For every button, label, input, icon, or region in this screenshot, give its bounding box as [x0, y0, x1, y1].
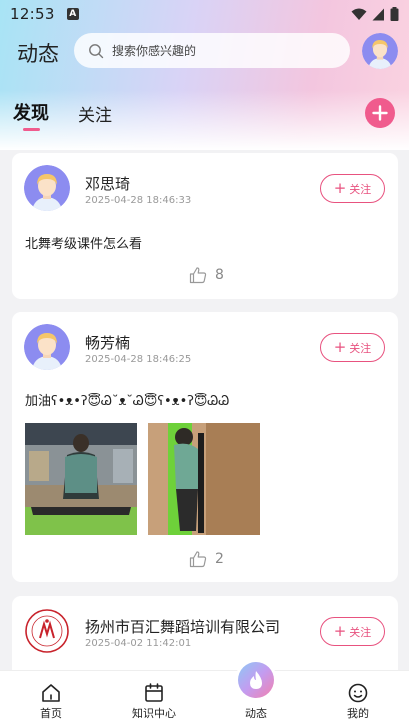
nav-label: 首页 — [40, 707, 62, 720]
status-time: 12:53 — [10, 5, 55, 23]
wifi-icon — [351, 8, 367, 20]
post-text: 北舞考级课件怎么看 — [25, 237, 143, 252]
search-icon — [89, 43, 104, 58]
avatar-icon — [24, 165, 70, 211]
nav-label: 知识中心 — [132, 707, 176, 720]
status-icons — [351, 7, 399, 21]
post-time: 2025-04-28 18:46:25 — [85, 354, 192, 365]
smiley-icon — [348, 683, 368, 703]
page-title: 动态 — [17, 42, 59, 66]
author-name[interactable]: 邓思琦 — [85, 173, 130, 194]
nav-label: 我的 — [347, 707, 369, 720]
nav-knowledge-center[interactable]: 知识中心 — [114, 671, 194, 728]
follow-button[interactable]: + 关注 — [320, 617, 385, 646]
post-time: 2025-04-02 11:42:01 — [85, 638, 192, 649]
dance-photo-split — [25, 423, 137, 535]
post-text: 加油ʕ•ᴥ•ʔ😇Ꮚ˘ᴥ˘Ꮚ😇ʕ•ᴥ•ʔ😇ᏊᏊ — [25, 394, 230, 409]
avatar[interactable] — [24, 324, 70, 370]
avatar-icon — [24, 324, 70, 370]
nav-label: 动态 — [245, 707, 267, 720]
author-name[interactable]: 畅芳楠 — [85, 332, 130, 353]
home-icon — [42, 684, 60, 702]
notification-icon: A — [66, 8, 79, 20]
status-bar: 12:53 A — [0, 0, 409, 28]
header: 动态 搜索你感兴趣的 — [0, 32, 409, 72]
follow-button[interactable]: + 关注 — [320, 174, 385, 203]
battery-icon — [390, 7, 399, 21]
like-count: 8 — [215, 267, 224, 283]
company-logo-icon — [25, 609, 69, 653]
follow-label: 关注 — [349, 182, 372, 196]
thumbs-up-icon — [189, 551, 207, 568]
bottom-nav: 首页 知识中心 动态 我的 — [0, 670, 409, 728]
avatar-icon — [362, 33, 398, 69]
feed-tabs: 发现 关注 — [0, 98, 409, 134]
plus-icon — [372, 105, 388, 121]
follow-button[interactable]: + 关注 — [320, 333, 385, 362]
moments-nav-button[interactable] — [238, 662, 274, 698]
thumbs-up-icon — [189, 267, 207, 284]
follow-label: 关注 — [349, 625, 372, 639]
tab-following[interactable]: 关注 — [78, 101, 112, 126]
plus-icon: + — [333, 622, 347, 640]
post-card[interactable]: 邓思琦 2025-04-28 18:46:33 + 关注 北舞考级课件怎么看 8 — [12, 153, 398, 299]
avatar[interactable] — [24, 165, 70, 211]
nav-home[interactable]: 首页 — [11, 671, 91, 728]
post-time: 2025-04-28 18:46:33 — [85, 195, 192, 206]
flame-icon — [250, 671, 262, 689]
plus-icon: + — [333, 179, 347, 197]
calendar-icon — [145, 683, 163, 702]
signal-icon — [372, 8, 384, 20]
like-button[interactable]: 8 — [189, 266, 224, 284]
add-post-button[interactable] — [365, 98, 395, 128]
post-photo[interactable] — [148, 423, 260, 535]
like-button[interactable]: 2 — [189, 550, 224, 568]
nav-profile[interactable]: 我的 — [318, 671, 398, 728]
post-card[interactable]: 畅芳楠 2025-04-28 18:46:25 + 关注 加油ʕ•ᴥ•ʔ😇Ꮚ˘ᴥ… — [12, 312, 398, 582]
post-photo[interactable] — [25, 423, 137, 535]
dance-photo-stretch — [148, 423, 260, 535]
company-logo[interactable] — [24, 608, 70, 654]
search-input[interactable]: 搜索你感兴趣的 — [74, 33, 350, 68]
tab-active-indicator — [23, 128, 40, 131]
user-avatar[interactable] — [362, 33, 398, 69]
tab-discover[interactable]: 发现 — [13, 99, 49, 125]
search-placeholder: 搜索你感兴趣的 — [112, 44, 197, 58]
author-name[interactable]: 扬州市百汇舞蹈培训有限公司 — [85, 616, 280, 637]
plus-icon: + — [333, 338, 347, 356]
follow-label: 关注 — [349, 341, 372, 355]
like-count: 2 — [215, 551, 224, 567]
